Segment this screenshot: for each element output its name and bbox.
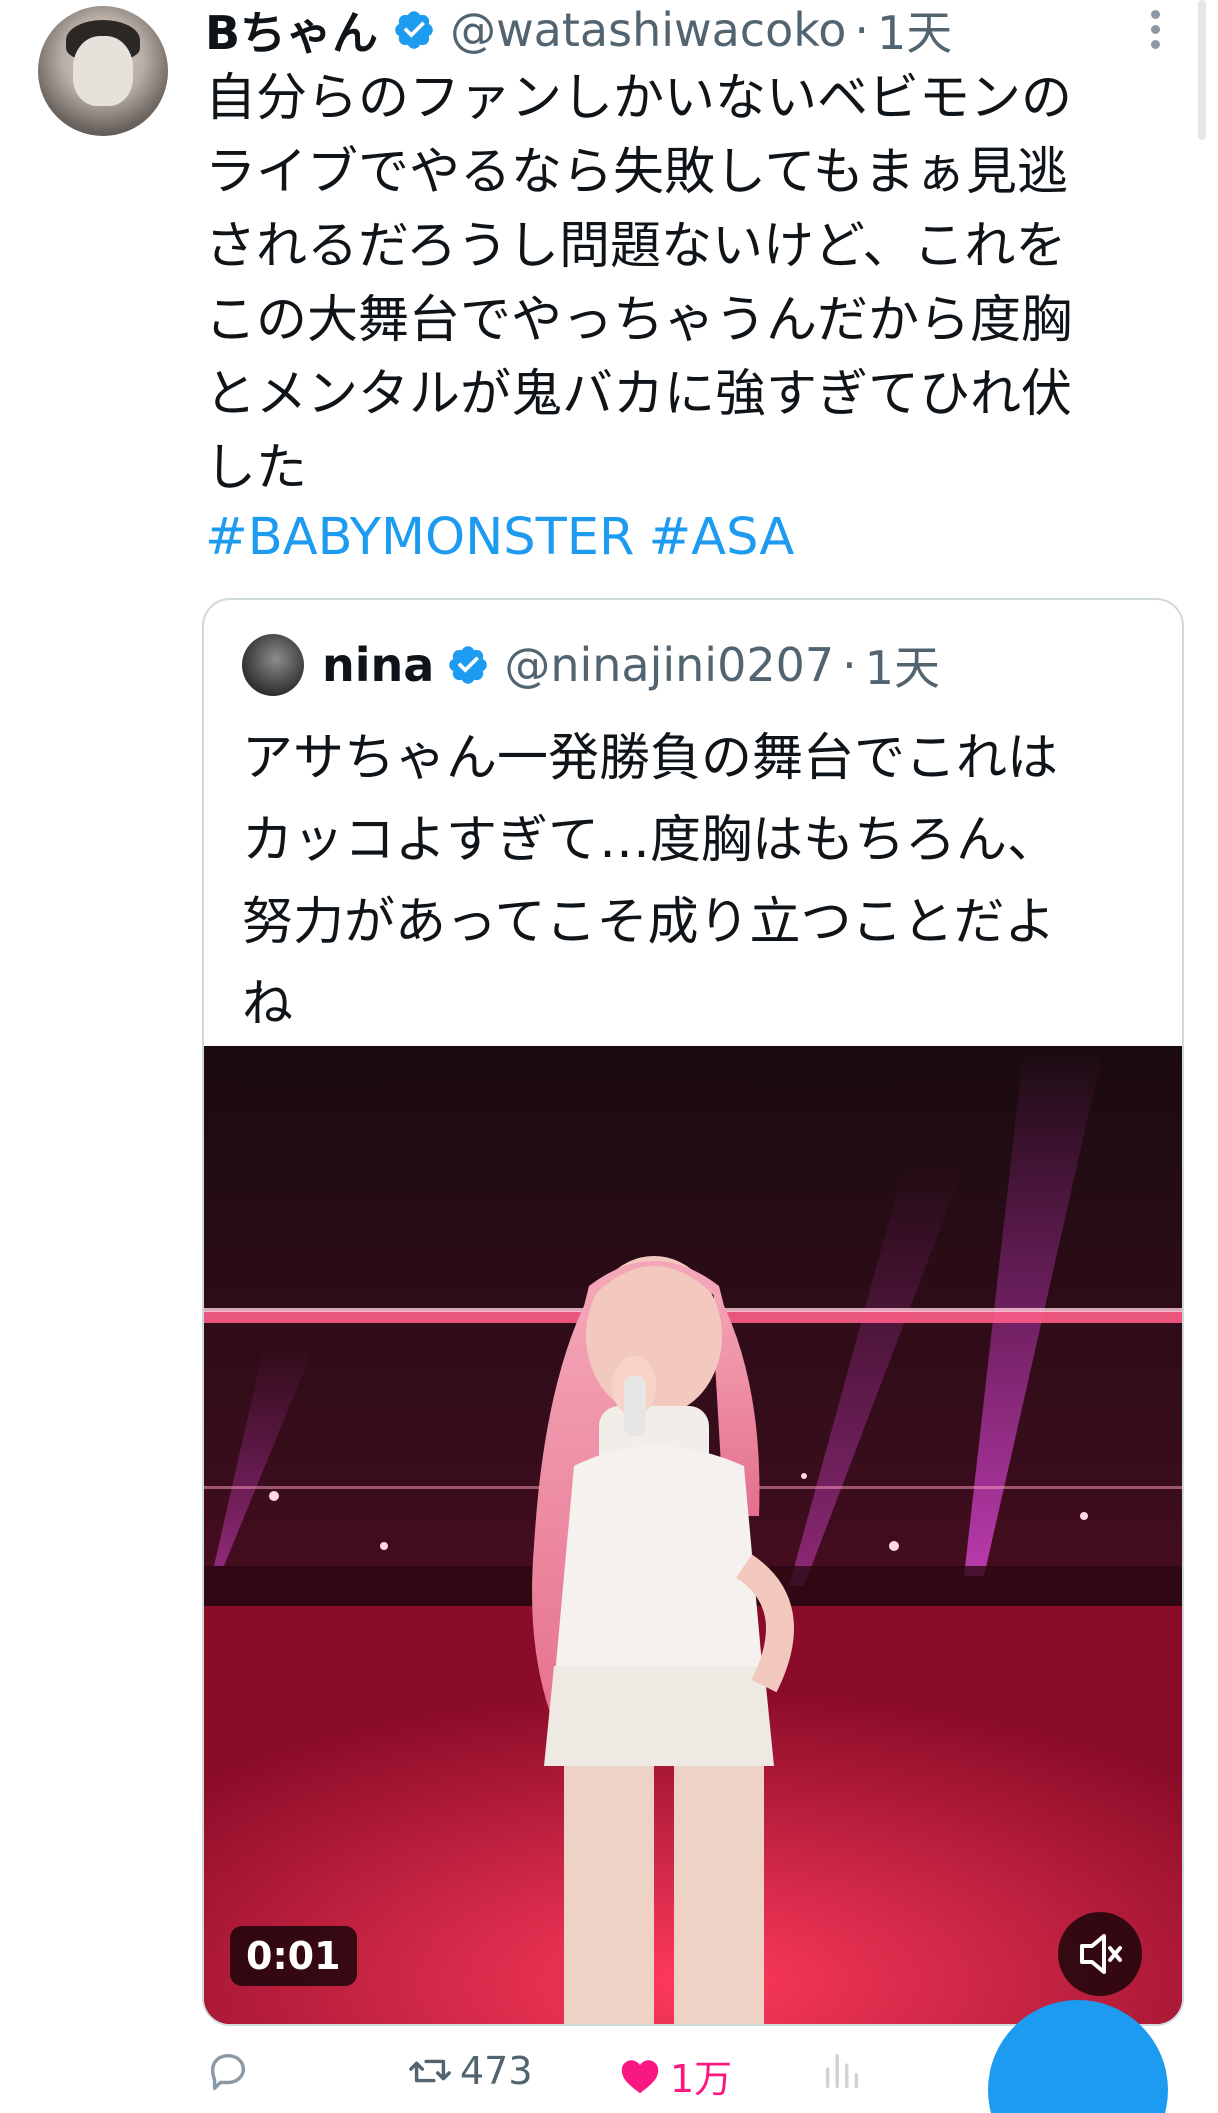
hashtag-link[interactable]: #BABYMONSTER xyxy=(205,508,634,567)
views-icon xyxy=(825,2053,859,2089)
quoted-tweet-card[interactable]: nina @ninajini0207 · 1天 アサちゃん一発勝負の舞台でこれは… xyxy=(202,598,1184,2026)
quoted-tweet-time[interactable]: 1天 xyxy=(865,632,940,698)
retweet-count: 473 xyxy=(460,2049,533,2093)
views-button[interactable] xyxy=(818,2048,864,2094)
hashtag-list: #BABYMONSTER #ASA xyxy=(205,508,808,567)
speaker-muted-icon xyxy=(1080,1934,1122,1974)
like-button[interactable]: 1万 xyxy=(616,2048,732,2103)
quoted-tweet-text: アサちゃん一発勝負の舞台でこれは カッコよすぎて…度胸はもちろん、 努力があって… xyxy=(242,729,1059,1034)
retweet-button[interactable]: 473 xyxy=(406,2048,533,2094)
quoted-author-handle[interactable]: @ninajini0207 xyxy=(504,638,834,692)
avatar-face xyxy=(73,36,133,106)
separator-dot: · xyxy=(854,3,870,57)
video-timestamp: 0:01 xyxy=(230,1926,357,1986)
verified-badge-icon xyxy=(395,11,433,49)
verified-badge-icon xyxy=(449,646,488,684)
retweet-icon xyxy=(409,2059,451,2083)
quoted-author-display-name[interactable]: nina xyxy=(322,638,434,692)
video-player[interactable]: 0:01 xyxy=(204,1046,1182,2024)
hashtag-link[interactable]: #ASA xyxy=(648,508,794,567)
tweet-time[interactable]: 1天 xyxy=(877,0,952,63)
quoted-author-avatar[interactable] xyxy=(242,634,304,696)
video-frame xyxy=(204,1046,1182,2024)
tweet-header: Bちゃん @watashiwacoko · 1天 xyxy=(205,0,952,60)
author-handle[interactable]: @watashiwacoko xyxy=(450,3,846,57)
author-display-name[interactable]: Bちゃん xyxy=(205,0,378,63)
mute-button[interactable] xyxy=(1058,1912,1142,1996)
author-avatar[interactable] xyxy=(38,6,168,136)
quoted-tweet-header: nina @ninajini0207 · 1天 xyxy=(322,630,940,700)
tweet-text: 自分らのファンしかいないベビモンの ライブでやるなら失敗してもまぁ見逃 されるだ… xyxy=(205,69,1073,498)
separator-dot: · xyxy=(842,638,857,692)
heart-icon xyxy=(621,2059,659,2093)
reply-icon xyxy=(210,2053,246,2090)
more-vertical-icon[interactable] xyxy=(1145,10,1165,56)
like-count: 1万 xyxy=(670,2057,733,2101)
scrollbar[interactable] xyxy=(1198,0,1206,140)
reply-button[interactable] xyxy=(205,2048,251,2094)
